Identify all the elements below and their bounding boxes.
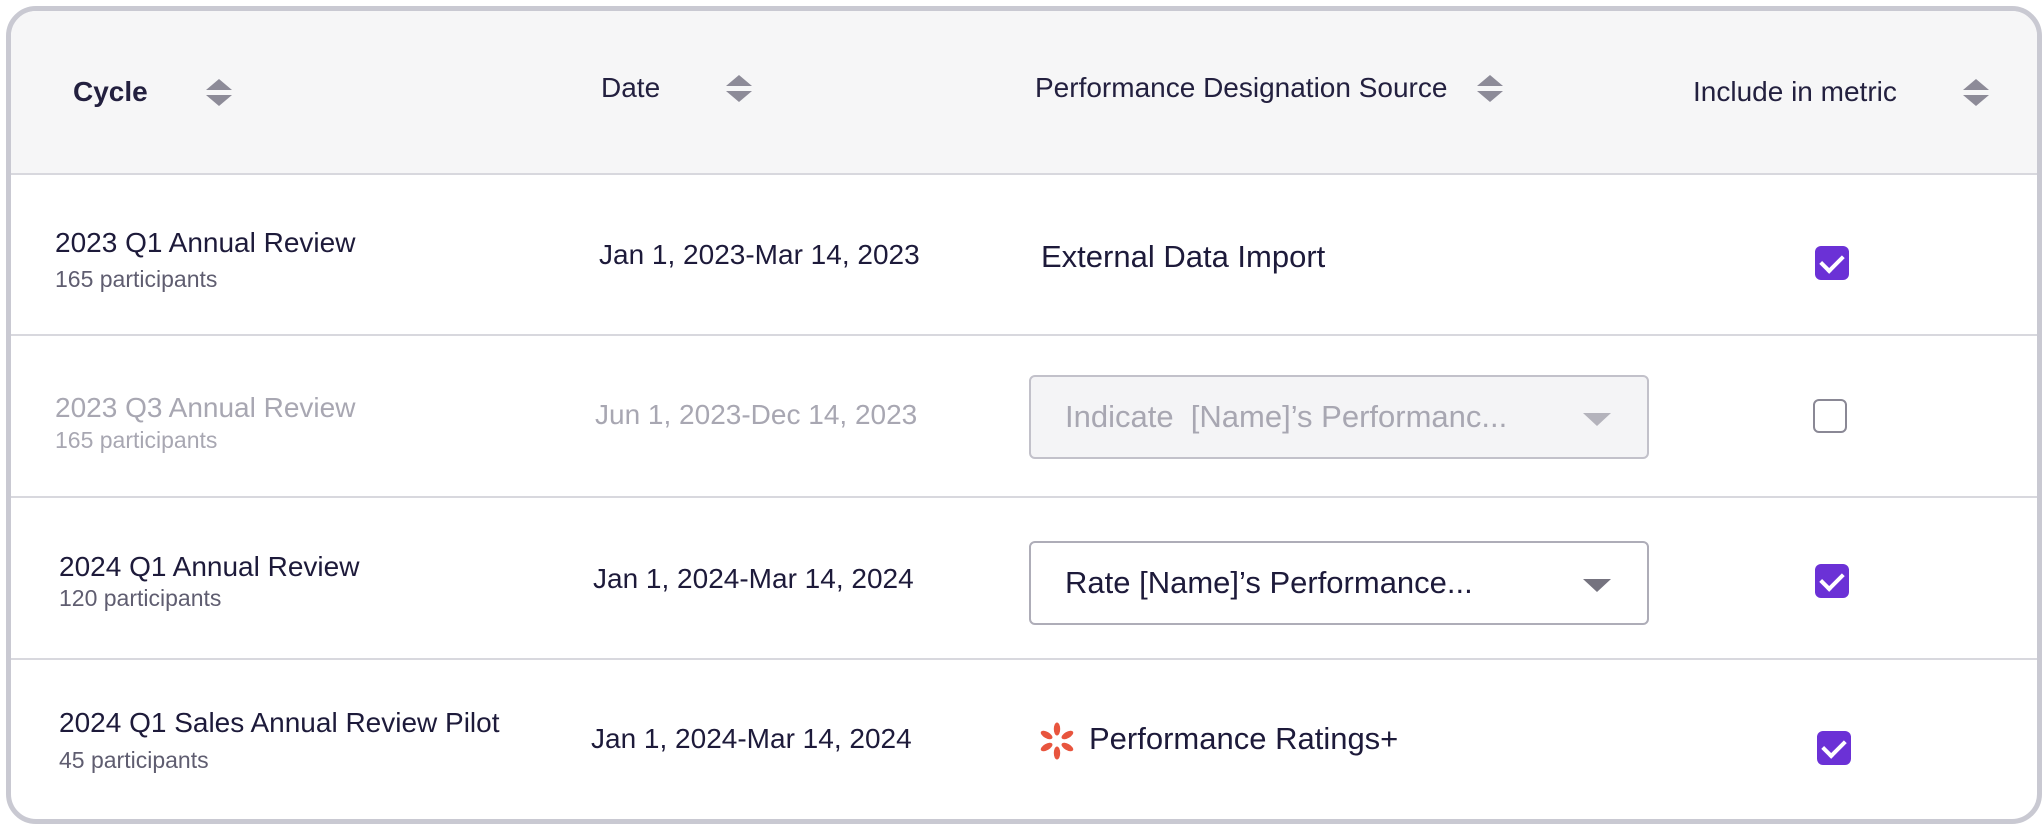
column-header-cycle-label: Cycle: [73, 76, 148, 107]
table-row: 2023 Q1 Annual Review 165 participants J…: [11, 173, 2037, 336]
participant-count: 165 participants: [55, 427, 218, 453]
sort-icon[interactable]: [726, 74, 753, 102]
table-row: 2024 Q1 Annual Review 120 participants J…: [11, 497, 2037, 660]
column-header-date-label: Date: [601, 72, 661, 103]
cycle-date-range: Jan 1, 2024-Mar 14, 2024: [591, 723, 912, 754]
participant-count: 165 participants: [55, 266, 218, 292]
column-header-include[interactable]: Include in metric: [1693, 11, 1989, 173]
include-checkbox[interactable]: [1813, 399, 1847, 433]
cycle-name: 2024 Q1 Sales Annual Review Pilot: [59, 707, 500, 738]
cycle-name: 2023 Q3 Annual Review: [55, 392, 356, 423]
cycle-date-range: Jan 1, 2024-Mar 14, 2024: [593, 563, 914, 594]
column-header-source-label: Performance Designation Source: [1035, 72, 1448, 103]
chevron-down-icon: [1583, 579, 1611, 592]
table-row: 2024 Q1 Sales Annual Review Pilot 45 par…: [11, 659, 2037, 819]
participant-count: 45 participants: [59, 747, 209, 773]
cycle-name: 2023 Q1 Annual Review: [55, 227, 356, 258]
sort-icon[interactable]: [205, 78, 232, 106]
performance-ratings-logo-icon: [1040, 722, 1074, 760]
check-icon: [1819, 565, 1845, 592]
cycle-name: 2024 Q1 Annual Review: [59, 551, 360, 582]
source-dropdown-value: Indicate [Name]’s Performanc...: [1065, 399, 1508, 434]
cycle-date-range: Jun 1, 2023-Dec 14, 2023: [595, 399, 918, 430]
participant-count: 120 participants: [59, 585, 222, 611]
source-label: External Data Import: [1041, 239, 1326, 274]
source-dropdown-value: Rate [Name]’s Performance...: [1065, 565, 1473, 600]
include-checkbox[interactable]: [1817, 731, 1851, 765]
check-icon: [1819, 247, 1845, 274]
column-header-include-label: Include in metric: [1693, 76, 1897, 107]
cycles-table: Cycle Date Performance Designation Sourc…: [6, 6, 2042, 824]
column-header-cycle[interactable]: Cycle: [73, 11, 232, 173]
source-label: Performance Ratings+: [1089, 721, 1399, 756]
cycle-date-range: Jan 1, 2023-Mar 14, 2023: [599, 239, 920, 270]
table-row: 2023 Q3 Annual Review 165 participants J…: [11, 335, 2037, 498]
chevron-down-icon: [1583, 413, 1611, 426]
check-icon: [1821, 732, 1847, 759]
column-header-source[interactable]: Performance Designation Source: [1035, 11, 1504, 169]
table-header: Cycle Date Performance Designation Sourc…: [11, 11, 2037, 175]
sort-icon[interactable]: [1477, 74, 1504, 102]
source-dropdown[interactable]: Rate [Name]’s Performance...: [1029, 541, 1649, 625]
include-checkbox[interactable]: [1815, 246, 1849, 280]
source-dropdown[interactable]: Indicate [Name]’s Performanc...: [1029, 375, 1649, 459]
column-header-date[interactable]: Date: [601, 11, 753, 169]
include-checkbox[interactable]: [1815, 564, 1849, 598]
sort-icon[interactable]: [1962, 78, 1989, 106]
